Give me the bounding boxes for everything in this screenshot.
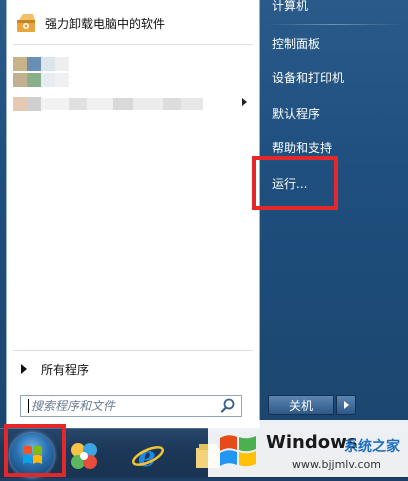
left-pane-separator [13,44,253,45]
all-programs-button[interactable]: 所有程序 [15,358,255,380]
blurred-program-name [133,98,163,110]
blurred-program-icon [27,97,41,111]
uninstaller-box-icon [15,12,37,34]
shutdown-group: 关机 [268,395,356,415]
svg-text:e: e [138,440,156,473]
blurred-program-icon [13,73,27,87]
blurred-program-icon [13,97,27,111]
search-input[interactable] [21,397,219,415]
left-pane-separator [13,350,253,351]
right-item-help-support[interactable]: 帮助和支持 [272,138,332,158]
search-icon[interactable] [219,397,237,415]
pinned-item-label: 强力卸载电脑中的软件 [45,16,166,31]
pinned-item-uninstaller[interactable]: 强力卸载电脑中的软件 [15,10,253,36]
right-item-computer[interactable]: 计算机 [272,0,308,16]
right-item-devices-printers[interactable]: 设备和打印机 [272,68,344,88]
blurred-program-name [87,98,113,110]
shutdown-options-arrow-icon [343,401,349,409]
submenu-arrow-icon[interactable] [242,98,247,106]
blurred-program-icon [27,73,41,87]
blurred-program-name [41,98,69,110]
blurred-program-name [69,98,87,110]
windows-logo-icon [218,430,258,468]
run-highlight-box [252,156,338,210]
shutdown-button[interactable]: 关机 [268,395,334,415]
blurred-program-name [163,98,181,110]
watermark-subtitle: 系统之家 [344,439,400,455]
right-item-control-panel[interactable]: 控制面板 [272,34,320,54]
360-browser-icon[interactable] [66,438,102,474]
search-box[interactable] [20,395,242,417]
right-pane-separator [266,24,402,25]
shutdown-options-button[interactable] [336,395,356,415]
blurred-program-icon [41,73,55,87]
internet-explorer-icon[interactable]: e [130,438,166,474]
recent-program-blurred-3[interactable] [13,92,253,116]
site-watermark: Windows 系统之家 www.bjjmlv.com [208,420,408,477]
right-item-default-programs[interactable]: 默认程序 [272,104,320,124]
start-menu-left-pane: 强力卸载电脑中的软件 所有程序 [6,0,260,428]
watermark-url: www.bjjmlv.com [292,458,381,471]
start-menu: 强力卸载电脑中的软件 所有程序 搜索程序和文件 计算机 控制面板 设备和打印机 … [0,0,408,428]
blurred-program-name [113,98,133,110]
all-programs-arrow-icon [21,364,27,374]
blurred-program-icon [55,73,69,87]
text-caret [28,399,29,413]
recent-program-blurred-2[interactable] [13,68,69,92]
blurred-program-name [181,98,203,110]
start-orb-highlight-box [4,424,66,477]
all-programs-label: 所有程序 [41,362,90,377]
